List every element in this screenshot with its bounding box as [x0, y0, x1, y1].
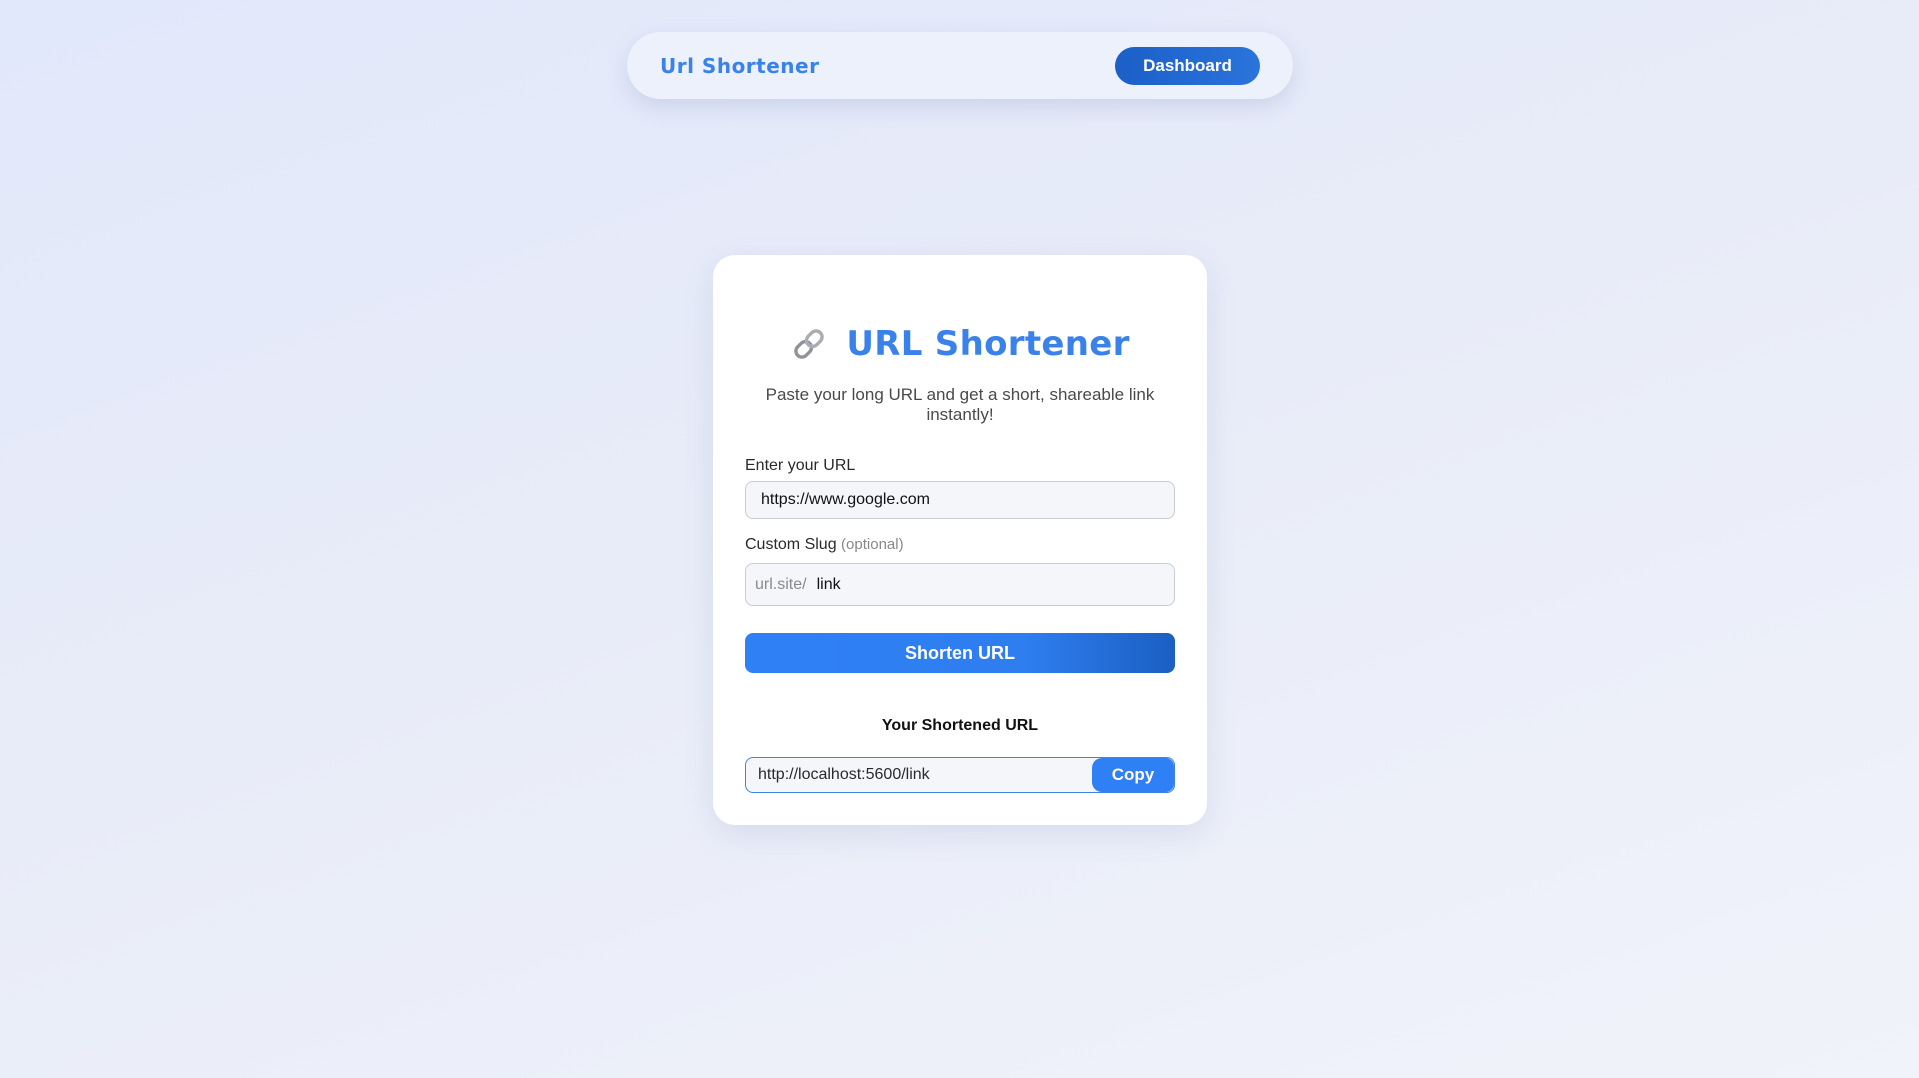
url-label: Enter your URL — [745, 457, 855, 475]
result-heading: Your Shortened URL — [881, 717, 1039, 734]
shortener-card: URL Shortener Paste your long URL and ge… — [713, 255, 1207, 825]
card-header: URL Shortener — [713, 321, 1207, 367]
slug-optional-text: (optional) — [841, 536, 904, 553]
slug-prefix: url.site/ — [755, 575, 807, 593]
slug-label-text: Custom Slug — [745, 536, 837, 553]
brand-title[interactable]: Url Shortener — [660, 54, 819, 78]
copy-button[interactable]: Copy — [1092, 758, 1174, 792]
slug-field: url.site/ — [745, 563, 1175, 606]
dashboard-button[interactable]: Dashboard — [1115, 46, 1260, 85]
result-field: Copy — [745, 757, 1175, 793]
card-title: URL Shortener — [846, 324, 1130, 364]
link-icon — [790, 325, 828, 363]
url-input[interactable] — [745, 481, 1175, 519]
short-url-output[interactable] — [746, 758, 1092, 792]
slug-input[interactable] — [816, 564, 1174, 605]
navbar: Url Shortener Dashboard — [627, 32, 1293, 99]
url-label-text: Enter your URL — [745, 457, 856, 474]
slug-label: Custom Slug (optional) — [745, 536, 904, 554]
card-subtitle: Paste your long URL and get a short, sha… — [765, 385, 1155, 424]
shorten-button[interactable]: Shorten URL — [745, 633, 1175, 673]
